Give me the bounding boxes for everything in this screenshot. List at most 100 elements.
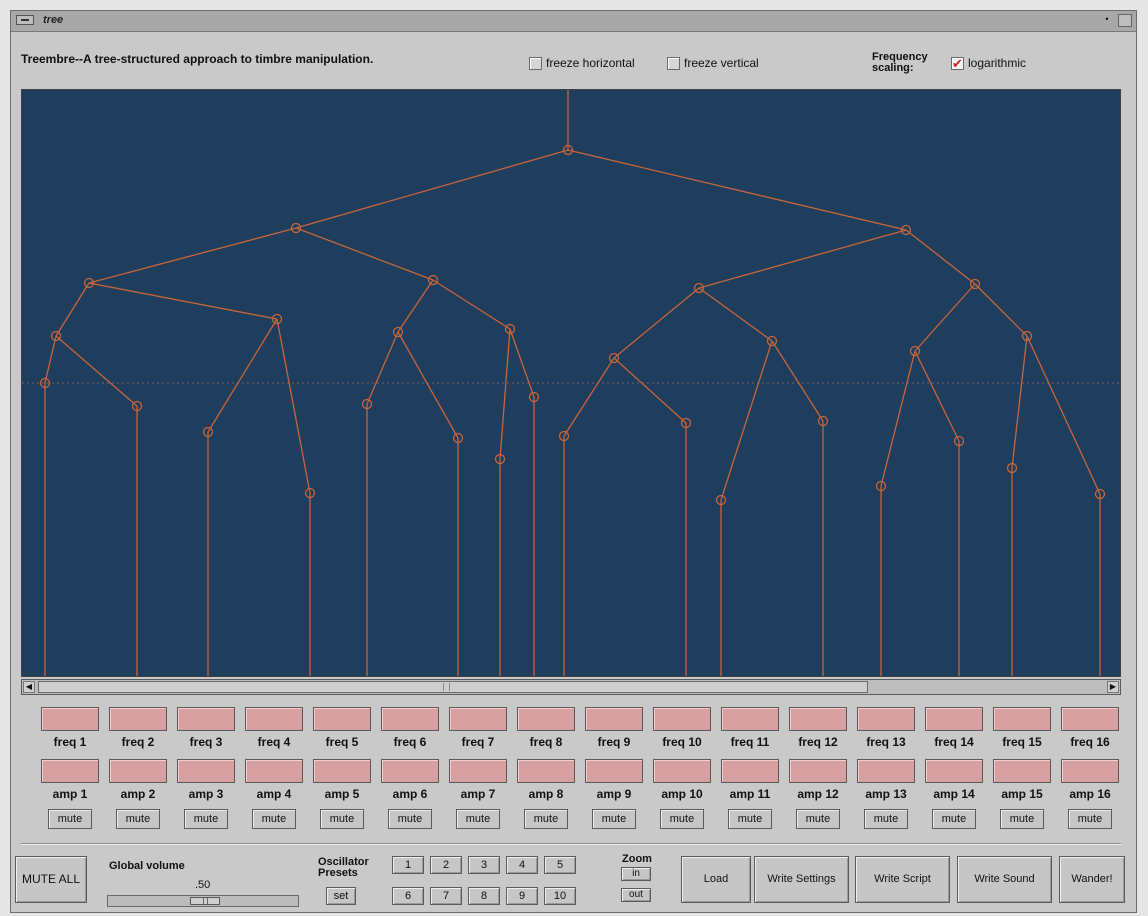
write-settings-button[interactable]: Write Settings (754, 856, 849, 903)
tree-canvas[interactable] (21, 89, 1121, 677)
mute-button-7[interactable]: mute (456, 809, 500, 829)
freq-label: freq 12 (798, 735, 838, 749)
preset-button-4[interactable]: 4 (506, 856, 538, 874)
tree-edge (567, 149, 907, 231)
mute-button-1[interactable]: mute (48, 809, 92, 829)
zoom-in-button[interactable]: in (621, 867, 651, 881)
logarithmic-checkbox[interactable]: logarithmic (951, 56, 1026, 70)
freq-input-8[interactable] (517, 707, 575, 731)
freq-input-2[interactable] (109, 707, 167, 731)
amp-input-9[interactable] (585, 759, 643, 783)
mute-button-8[interactable]: mute (524, 809, 568, 829)
presets-label-line2: Presets (318, 867, 358, 879)
tree-diagram[interactable] (22, 90, 1120, 676)
amp-input-15[interactable] (993, 759, 1051, 783)
scroll-right-arrow-icon[interactable]: ▶ (1107, 681, 1119, 693)
amp-input-8[interactable] (517, 759, 575, 783)
freq-label: freq 4 (257, 735, 291, 749)
slider-thumb[interactable] (190, 897, 220, 905)
mute-button-11[interactable]: mute (728, 809, 772, 829)
checkbox-checked-icon[interactable] (951, 56, 964, 70)
amp-input-10[interactable] (653, 759, 711, 783)
mute-button-6[interactable]: mute (388, 809, 432, 829)
write-script-button[interactable]: Write Script (855, 856, 950, 903)
wander-button[interactable]: Wander! (1059, 856, 1125, 903)
preset-button-8[interactable]: 8 (468, 887, 500, 905)
load-button[interactable]: Load (681, 856, 751, 903)
mute-button-13[interactable]: mute (864, 809, 908, 829)
freq-input-12[interactable] (789, 707, 847, 731)
preset-button-10[interactable]: 10 (544, 887, 576, 905)
horizontal-scrollbar[interactable]: ◀ ▶ (21, 679, 1121, 695)
checkbox-box[interactable] (667, 56, 680, 70)
freq-input-3[interactable] (177, 707, 235, 731)
amp-input-14[interactable] (925, 759, 983, 783)
window-menu-button[interactable] (16, 15, 34, 25)
freq-input-6[interactable] (381, 707, 439, 731)
amp-input-3[interactable] (177, 759, 235, 783)
amp-input-2[interactable] (109, 759, 167, 783)
mute-button-15[interactable]: mute (1000, 809, 1044, 829)
preset-button-1[interactable]: 1 (392, 856, 424, 874)
zoom-out-button[interactable]: out (621, 888, 651, 902)
freq-input-14[interactable] (925, 707, 983, 731)
checkbox-box[interactable] (529, 56, 542, 70)
freq-input-11[interactable] (721, 707, 779, 731)
zoom-label: Zoom (622, 853, 652, 865)
global-volume-label: Global volume (109, 860, 185, 872)
amp-input-6[interactable] (381, 759, 439, 783)
freq-input-5[interactable] (313, 707, 371, 731)
freq-label: freq 9 (597, 735, 631, 749)
amp-label: amp 16 (1069, 787, 1111, 801)
preset-button-3[interactable]: 3 (468, 856, 500, 874)
amp-input-5[interactable] (313, 759, 371, 783)
preset-button-5[interactable]: 5 (544, 856, 576, 874)
mute-button-9[interactable]: mute (592, 809, 636, 829)
freq-input-16[interactable] (1061, 707, 1119, 731)
scroll-left-arrow-icon[interactable]: ◀ (23, 681, 35, 693)
frequency-scaling-line2: scaling: (872, 62, 914, 74)
freq-input-15[interactable] (993, 707, 1051, 731)
preset-button-9[interactable]: 9 (506, 887, 538, 905)
minimize-icon[interactable]: • (1100, 14, 1114, 27)
tree-edge (366, 331, 399, 405)
mute-button-2[interactable]: mute (116, 809, 160, 829)
amp-input-12[interactable] (789, 759, 847, 783)
freq-input-7[interactable] (449, 707, 507, 731)
amp-input-16[interactable] (1061, 759, 1119, 783)
mute-button-16[interactable]: mute (1068, 809, 1112, 829)
mute-button-14[interactable]: mute (932, 809, 976, 829)
mute-all-button[interactable]: MUTE ALL (15, 856, 87, 903)
freeze-horizontal-checkbox[interactable]: freeze horizontal (529, 56, 635, 70)
preset-set-button[interactable]: set (326, 887, 356, 905)
mute-button-3[interactable]: mute (184, 809, 228, 829)
scrollbar-thumb[interactable] (38, 681, 868, 693)
freq-input-4[interactable] (245, 707, 303, 731)
preset-button-6[interactable]: 6 (392, 887, 424, 905)
tree-edge (55, 335, 138, 407)
preset-button-2[interactable]: 2 (430, 856, 462, 874)
amp-input-1[interactable] (41, 759, 99, 783)
tree-edge (914, 350, 960, 442)
divider (21, 843, 1121, 845)
freq-input-1[interactable] (41, 707, 99, 731)
mute-button-10[interactable]: mute (660, 809, 704, 829)
mute-button-5[interactable]: mute (320, 809, 364, 829)
freeze-vertical-checkbox[interactable]: freeze vertical (667, 56, 759, 70)
amp-input-11[interactable] (721, 759, 779, 783)
amp-label: amp 7 (460, 787, 496, 801)
freq-input-9[interactable] (585, 707, 643, 731)
mute-button-12[interactable]: mute (796, 809, 840, 829)
maximize-button[interactable] (1118, 14, 1132, 27)
tree-edge (698, 229, 907, 289)
amp-input-13[interactable] (857, 759, 915, 783)
mute-button-4[interactable]: mute (252, 809, 296, 829)
preset-button-7[interactable]: 7 (430, 887, 462, 905)
amp-input-7[interactable] (449, 759, 507, 783)
write-sound-button[interactable]: Write Sound (957, 856, 1052, 903)
freq-input-10[interactable] (653, 707, 711, 731)
amp-input-4[interactable] (245, 759, 303, 783)
amp-label: amp 4 (256, 787, 292, 801)
freq-input-13[interactable] (857, 707, 915, 731)
global-volume-slider[interactable] (107, 895, 299, 907)
